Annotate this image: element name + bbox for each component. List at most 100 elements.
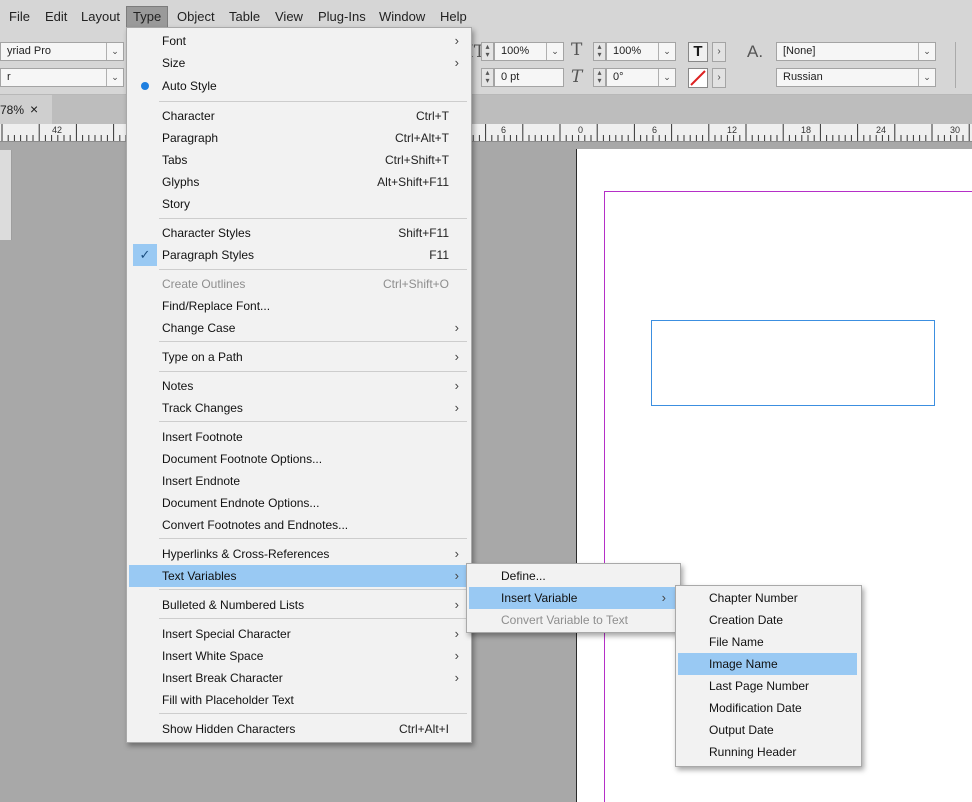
menu-item-hyperlinks-cross-references[interactable]: Hyperlinks & Cross-References › (129, 543, 469, 565)
dropdown-arrow-icon[interactable]: ⌄ (658, 43, 675, 60)
menu-edit[interactable]: Edit (45, 9, 67, 24)
text-stroke-none-icon[interactable] (688, 68, 708, 88)
vertical-scale-value: 100% (501, 45, 530, 57)
menu-item-label: Size (162, 56, 186, 70)
type-menu: Font › Size › Auto Style Character Ctrl+T Parag… (126, 27, 472, 743)
menu-item-file-name[interactable]: File Name (678, 631, 857, 653)
menu-item-paragraph[interactable]: Paragraph Ctrl+Alt+T (129, 127, 469, 149)
chevron-right-icon[interactable]: › (712, 68, 726, 88)
menu-item-image-name[interactable]: Image Name (678, 653, 857, 675)
menu-layout[interactable]: Layout (81, 9, 120, 24)
menu-item-define[interactable]: Define... (469, 565, 676, 587)
horizontal-scale-field[interactable]: 100% ⌄ (606, 42, 676, 61)
menu-item-character-styles[interactable]: Character Styles Shift+F11 (129, 222, 469, 244)
menu-item-type-on-a-path[interactable]: Type on a Path › (129, 346, 469, 368)
baseline-shift-field[interactable]: 0 pt (494, 68, 564, 87)
char-style-icon: A. (747, 42, 764, 61)
dropdown-arrow-icon[interactable]: ⌄ (106, 69, 123, 86)
menu-item-label: Tabs (162, 153, 188, 167)
menu-item-chapter-number[interactable]: Chapter Number (678, 587, 857, 609)
close-icon[interactable]: × (30, 101, 38, 117)
menu-file[interactable]: File (9, 9, 30, 24)
font-style-field[interactable]: r ⌄ (0, 68, 124, 87)
menu-window[interactable]: Window (379, 9, 425, 24)
menu-item-label: Last Page Number (709, 679, 810, 693)
menu-help[interactable]: Help (440, 9, 467, 24)
document-tab[interactable]: 78% × (0, 95, 52, 124)
menu-item-paragraph-styles[interactable]: ✓ Paragraph Styles F11 (129, 244, 469, 266)
character-style-field[interactable]: [None] ⌄ (776, 42, 936, 61)
menu-item-bulleted-numbered-lists[interactable]: Bulleted & Numbered Lists › (129, 594, 469, 616)
menu-view[interactable]: View (275, 9, 303, 24)
dropdown-arrow-icon[interactable]: ⌄ (658, 69, 675, 86)
menu-item-label: Type on a Path (162, 350, 243, 364)
menu-item-creation-date[interactable]: Creation Date (678, 609, 857, 631)
ruler-label: 6 (652, 125, 658, 135)
menu-item-story[interactable]: Story (129, 193, 469, 215)
menu-item-insert-special-character[interactable]: Insert Special Character › (129, 623, 469, 645)
menu-item-document-footnote-options[interactable]: Document Footnote Options... (129, 448, 469, 470)
dropdown-arrow-icon[interactable]: ⌄ (918, 69, 935, 86)
text-fill-icon[interactable]: T (688, 42, 708, 62)
menu-item-label: Define... (501, 569, 546, 583)
menu-item-output-date[interactable]: Output Date (678, 719, 857, 741)
menu-item-show-hidden-characters[interactable]: Show Hidden Characters Ctrl+Alt+I (129, 718, 469, 740)
menu-table[interactable]: Table (229, 9, 260, 24)
ruler-label: 18 (801, 125, 812, 135)
menu-item-insert-break-character[interactable]: Insert Break Character › (129, 667, 469, 689)
menu-item-find-replace-font[interactable]: Find/Replace Font... (129, 295, 469, 317)
check-icon: ✓ (133, 244, 157, 266)
menu-item-running-header[interactable]: Running Header (678, 741, 857, 763)
menu-item-insert-footnote[interactable]: Insert Footnote (129, 426, 469, 448)
baseline-stepper[interactable]: ▴ ▾ (481, 68, 494, 87)
ruler-label: 6 (501, 125, 507, 135)
menu-item-modification-date[interactable]: Modification Date (678, 697, 857, 719)
menu-item-label: Convert Footnotes and Endnotes... (162, 518, 349, 532)
menu-item-label: Insert Break Character (162, 671, 283, 685)
menu-item-text-variables[interactable]: Text Variables › (129, 565, 469, 587)
menu-item-label: Show Hidden Characters (162, 722, 296, 736)
menu-item-convert-footnotes-and-endnotes[interactable]: Convert Footnotes and Endnotes... (129, 514, 469, 536)
vertical-scale-field[interactable]: 100% ⌄ (494, 42, 564, 61)
skew-stepper[interactable]: ▴ ▾ (593, 68, 606, 87)
dropdown-arrow-icon[interactable]: ⌄ (106, 43, 123, 60)
vertical-scale-stepper[interactable]: ▴ ▾ (481, 42, 494, 61)
shortcut-label: Shift+F11 (398, 226, 449, 240)
language-field[interactable]: Russian ⌄ (776, 68, 936, 87)
menu-item-insert-endnote[interactable]: Insert Endnote (129, 470, 469, 492)
dropdown-arrow-icon[interactable]: ⌄ (918, 43, 935, 60)
menu-item-change-case[interactable]: Change Case › (129, 317, 469, 339)
menu-item-label: Paragraph (162, 131, 219, 145)
horizontal-scale-stepper[interactable]: ▴ ▾ (593, 42, 606, 61)
menu-item-notes[interactable]: Notes › (129, 375, 469, 397)
menu-item-insert-white-space[interactable]: Insert White Space › (129, 645, 469, 667)
skew-field[interactable]: 0° ⌄ (606, 68, 676, 87)
menu-item-tabs[interactable]: Tabs Ctrl+Shift+T (129, 149, 469, 171)
menu-type[interactable]: Type (133, 9, 161, 24)
menu-item-fill-with-placeholder-text[interactable]: Fill with Placeholder Text (129, 689, 469, 711)
menu-item-label: Character Styles (162, 226, 251, 240)
menu-separator (159, 218, 467, 219)
font-family-field[interactable]: yriad Pro ⌄ (0, 42, 124, 61)
menu-item-track-changes[interactable]: Track Changes › (129, 397, 469, 419)
horizontal-scale-icon: T (571, 40, 583, 60)
menu-item-character[interactable]: Character Ctrl+T (129, 105, 469, 127)
floating-panel-edge[interactable] (0, 150, 12, 240)
menu-item-document-endnote-options[interactable]: Document Endnote Options... (129, 492, 469, 514)
menu-plugins[interactable]: Plug-Ins (318, 9, 366, 24)
menu-item-label: Font (162, 34, 187, 48)
shortcut-label: Alt+Shift+F11 (377, 175, 449, 189)
menu-item-label: Track Changes (162, 401, 243, 415)
menu-item-label: Insert Special Character (162, 627, 291, 641)
menu-object[interactable]: Object (177, 9, 215, 24)
text-frame[interactable] (651, 320, 935, 406)
menu-item-size[interactable]: Size › (129, 52, 469, 74)
character-style-value: [None] (783, 45, 816, 57)
menu-item-last-page-number[interactable]: Last Page Number (678, 675, 857, 697)
menu-item-font[interactable]: Font › (129, 30, 469, 52)
menu-item-auto-style[interactable]: Auto Style (129, 75, 469, 97)
dropdown-arrow-icon[interactable]: ⌄ (546, 43, 563, 60)
chevron-right-icon[interactable]: › (712, 42, 726, 62)
menu-item-glyphs[interactable]: Glyphs Alt+Shift+F11 (129, 171, 469, 193)
menu-item-insert-variable[interactable]: Insert Variable › (469, 587, 676, 609)
